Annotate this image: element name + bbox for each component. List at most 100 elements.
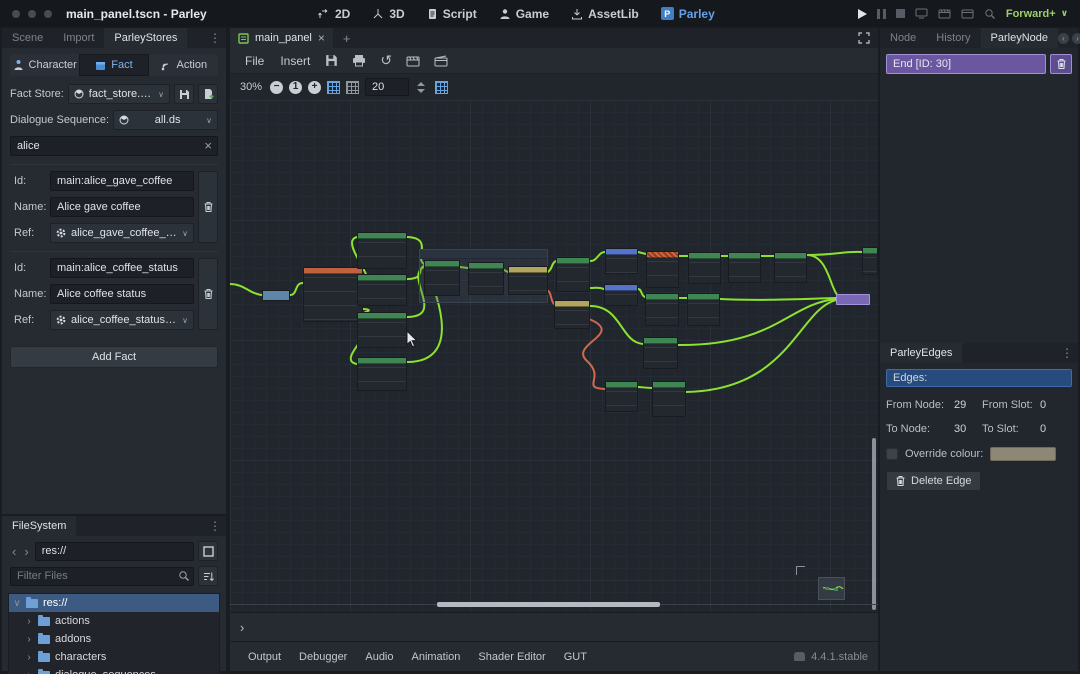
override-colour-swatch[interactable] (990, 447, 1056, 461)
tab-parleyedges[interactable]: ParleyEdges (880, 343, 962, 363)
chevron-down-icon[interactable]: ∨ (13, 598, 21, 609)
dock-menu-icon[interactable]: ⋮ (1056, 343, 1078, 363)
tab-animation[interactable]: Animation (404, 648, 469, 666)
window-controls[interactable] (0, 10, 66, 18)
sort-files-button[interactable] (198, 566, 218, 586)
graph-node-dialogue[interactable] (687, 293, 720, 326)
fact-ref-dropdown[interactable]: alice_gave_coffee_fact.g ∨ (50, 223, 194, 243)
store-tab-character[interactable]: Character (10, 54, 79, 76)
store-tab-fact[interactable]: Fact (79, 54, 148, 76)
filter-files-input[interactable] (10, 567, 194, 586)
graph-minimap[interactable] (818, 577, 845, 600)
graph-node-dialogue[interactable] (605, 381, 638, 412)
tab-filesystem[interactable]: FileSystem (2, 516, 76, 536)
graph-node-dialogue[interactable] (652, 381, 686, 417)
chevron-right-icon[interactable]: › (25, 670, 33, 674)
workspace-3d-button[interactable]: 3D (364, 4, 412, 24)
workspace-2d-button[interactable]: 2D (310, 4, 358, 24)
graph-node-dialogue[interactable] (357, 312, 407, 348)
save-store-button[interactable] (174, 84, 194, 104)
zoom-reset-button[interactable]: 1 (289, 81, 302, 94)
graph-edge[interactable] (638, 289, 645, 297)
selected-node-header[interactable]: End [ID: 30] (886, 54, 1046, 74)
clear-search-icon[interactable]: × (204, 138, 212, 153)
snap-distance-field[interactable]: 20 (365, 78, 409, 96)
quick-settings-icon[interactable] (984, 8, 996, 20)
graph-node-dialogue[interactable] (468, 262, 504, 295)
window-zoom-icon[interactable] (44, 10, 52, 18)
path-field[interactable] (35, 542, 194, 561)
movie-maker-icon[interactable] (938, 8, 951, 19)
workspace-parley-button[interactable]: P Parley (653, 4, 723, 24)
graph-node-dialogue[interactable] (357, 232, 407, 269)
graph-edge[interactable] (638, 387, 652, 388)
graph-node-dialogue[interactable] (728, 252, 761, 283)
refresh-button[interactable]: ↺ (374, 49, 398, 72)
graph-node-selected[interactable] (646, 251, 679, 288)
tree-item-characters[interactable]: › characters (9, 648, 219, 666)
distraction-free-icon[interactable] (850, 28, 878, 48)
delete-fact-button[interactable] (198, 171, 218, 243)
graph-node-dialogue[interactable] (645, 293, 679, 326)
tab-shader-editor[interactable]: Shader Editor (470, 648, 553, 666)
graph-node-action[interactable] (604, 284, 638, 306)
play-button[interactable] (858, 9, 867, 19)
store-tab-action[interactable]: Action (149, 54, 218, 76)
new-tab-button[interactable]: + (333, 28, 361, 48)
new-store-button[interactable] (198, 84, 218, 104)
zoom-in-button[interactable]: + (308, 81, 321, 94)
edges-section-header[interactable]: Edges: (886, 369, 1072, 387)
renderer-dropdown[interactable]: Forward+ ∨ (1006, 8, 1068, 20)
tab-node[interactable]: Node (880, 28, 926, 48)
fact-ref-dropdown[interactable]: alice_coffee_status_fact. ∨ (50, 310, 194, 330)
minimap-toggle-icon[interactable] (435, 81, 448, 94)
test-dialogue-button[interactable] (400, 52, 426, 70)
graph-edge[interactable] (807, 252, 862, 255)
nav-forward-icon[interactable]: › (22, 544, 30, 559)
fact-name-field[interactable] (50, 284, 194, 304)
tab-main-panel[interactable]: main_panel × (230, 28, 333, 48)
graph-node-dialogue[interactable] (556, 257, 590, 292)
add-fact-button[interactable]: Add Fact (10, 346, 218, 368)
graph-horizontal-scrollbar[interactable] (437, 602, 660, 607)
tab-import[interactable]: Import (53, 28, 104, 48)
graph-edge[interactable] (590, 288, 604, 289)
graph-node-dialogue[interactable] (357, 357, 407, 391)
fact-search-input[interactable] (10, 136, 218, 156)
graph-node-dialogue[interactable] (643, 337, 678, 369)
graph-viewport[interactable] (230, 100, 878, 612)
workspace-assetlib-button[interactable]: AssetLib (563, 4, 647, 24)
tree-item-actions[interactable]: › actions (9, 612, 219, 630)
fact-store-dropdown[interactable]: fact_store.tres ∨ (68, 84, 170, 104)
delete-edge-button[interactable]: Delete Edge (886, 471, 981, 491)
close-tab-icon[interactable]: × (318, 31, 325, 45)
run-instances-icon[interactable] (961, 8, 974, 19)
graph-node-dialogue[interactable] (862, 247, 878, 275)
tree-item-root[interactable]: ∨ res:// (9, 594, 219, 612)
bottom-panel-expander[interactable]: › (230, 612, 878, 641)
fact-id-field[interactable] (50, 171, 194, 191)
graph-node-match[interactable] (554, 300, 590, 329)
graph-node-match[interactable] (508, 266, 548, 295)
workspace-game-button[interactable]: Game (491, 4, 557, 24)
zoom-out-button[interactable]: − (270, 81, 283, 94)
tab-audio[interactable]: Audio (357, 648, 401, 666)
nav-back-icon[interactable]: ‹ (10, 544, 18, 559)
graph-edge[interactable] (638, 252, 646, 254)
fact-id-field[interactable] (50, 258, 194, 278)
dock-menu-icon[interactable]: ⋮ (204, 516, 226, 536)
pause-button[interactable] (877, 9, 886, 19)
tab-parleynode[interactable]: ParleyNode (981, 28, 1058, 48)
graph-edge[interactable] (290, 283, 303, 295)
graph-edge[interactable] (230, 284, 262, 295)
tab-output[interactable]: Output (240, 648, 289, 666)
graph-node-jump[interactable] (262, 290, 290, 301)
graph-node-dialogue[interactable] (424, 260, 460, 296)
chevron-right-icon[interactable]: › (25, 652, 33, 663)
graph-vertical-scrollbar[interactable] (872, 438, 876, 610)
file-menu[interactable]: File (238, 51, 271, 71)
tree-item-dialogue-sequences[interactable]: › dialogue_sequences (9, 666, 219, 674)
history-forward-icon[interactable]: › (1072, 33, 1080, 44)
tab-gut[interactable]: GUT (556, 648, 595, 666)
graph-node-end[interactable] (836, 294, 870, 305)
